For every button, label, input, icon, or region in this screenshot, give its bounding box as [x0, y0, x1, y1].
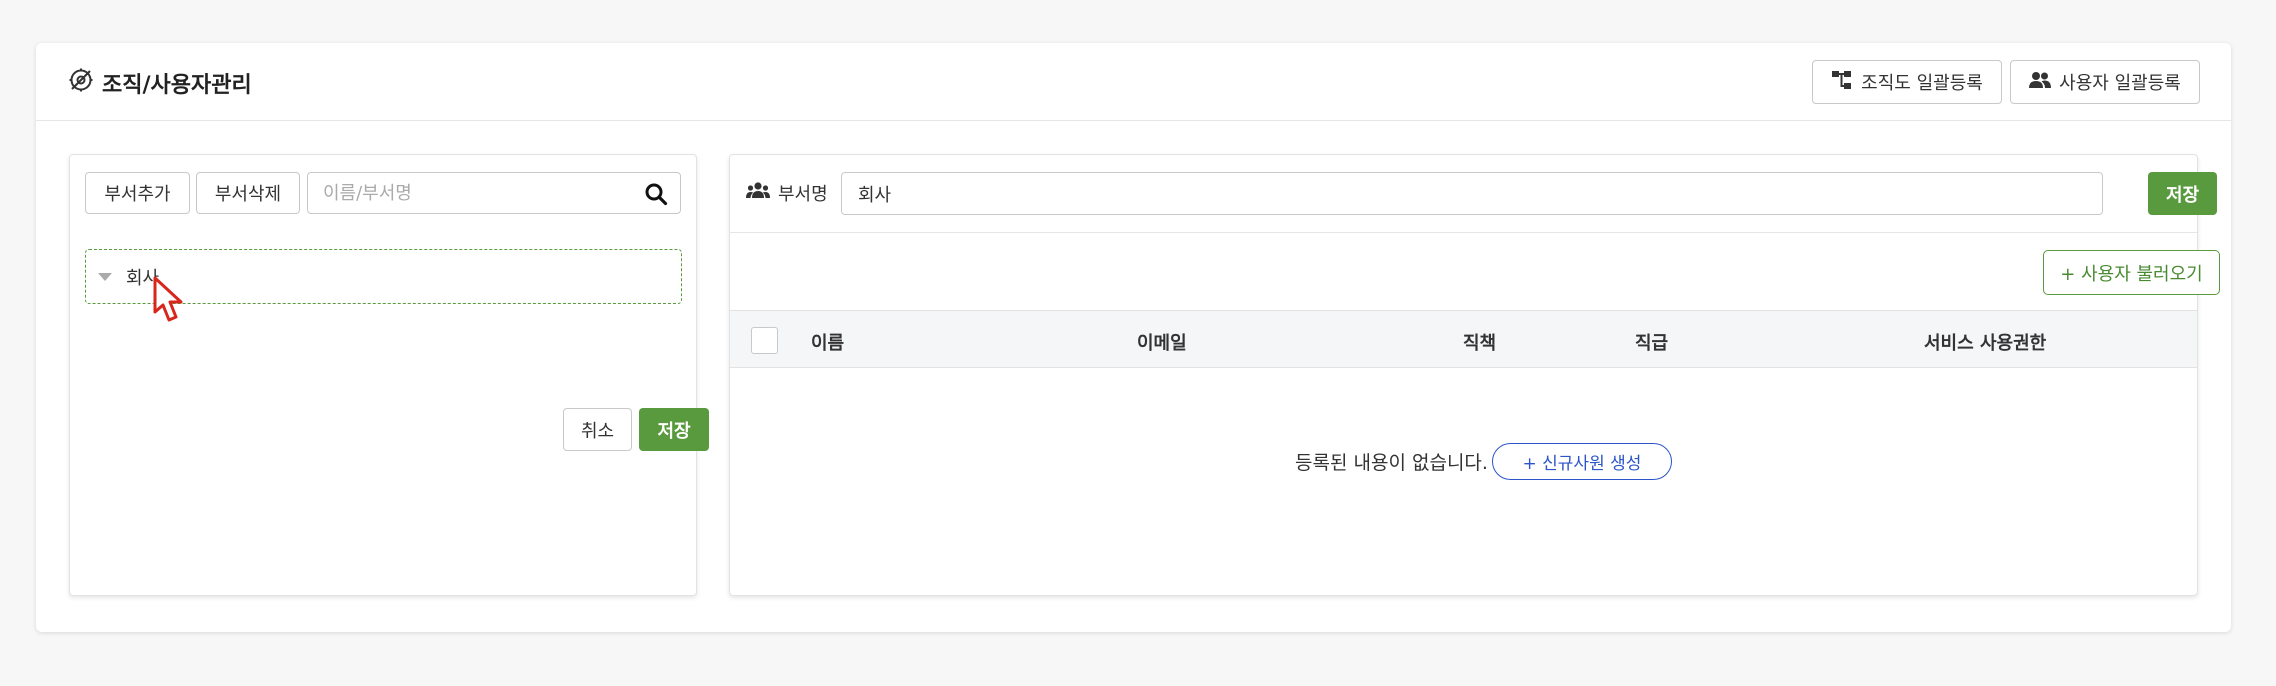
select-all-checkbox[interactable] [751, 327, 778, 354]
caret-down-icon[interactable] [98, 272, 112, 281]
load-users-button[interactable]: + 사용자 불러오기 [2043, 250, 2220, 295]
users-group-icon [746, 181, 770, 206]
column-header-service-permission: 서비스 사용권한 [1924, 333, 2047, 354]
search-input[interactable] [308, 173, 628, 213]
add-department-button[interactable]: 부서추가 [85, 172, 190, 214]
create-new-employee-button[interactable]: + 신규사원 생성 [1491, 442, 1672, 480]
user-table-header: 이름 이메일 직책 직급 서비스 사용권한 [730, 310, 2197, 368]
column-header-email: 이메일 [1137, 333, 1187, 354]
user-bulk-register-button[interactable]: 사용자 일괄등록 [2010, 60, 2200, 104]
search-icon[interactable] [644, 182, 668, 206]
cancel-button[interactable]: 취소 [563, 408, 632, 451]
page-title: 조직/사용자관리 [68, 67, 252, 99]
department-name-label: 부서명 [746, 173, 828, 213]
org-bulk-register-button[interactable]: 조직도 일괄등록 [1812, 60, 2002, 104]
page-title-text: 조직/사용자관리 [102, 73, 252, 98]
org-settings-icon [68, 67, 94, 99]
column-header-rank: 직급 [1635, 333, 1669, 354]
card-header: 조직/사용자관리 조직도 일괄등록 사용자 일괄등록 [36, 43, 2231, 121]
org-chart-icon [1831, 69, 1853, 96]
column-header-position: 직책 [1463, 333, 1497, 354]
org-tree-panel: 부서추가 부서삭제 회사 취소 저장 [69, 154, 709, 596]
mouse-pointer-icon [152, 276, 192, 328]
search-box [307, 172, 681, 214]
tree-save-button[interactable]: 저장 [639, 408, 709, 451]
department-name-row: 부서명 저장 [730, 155, 2217, 233]
user-bulk-register-label: 사용자 일괄등록 [2059, 73, 2181, 94]
department-name-label-text: 부서명 [778, 184, 828, 205]
empty-state-text: 등록된 내용이 없습니다. [1295, 451, 1488, 474]
delete-department-button[interactable]: 부서삭제 [196, 172, 300, 214]
department-name-input[interactable] [841, 172, 2103, 215]
column-header-name: 이름 [811, 333, 845, 354]
department-detail-panel: 부서명 저장 + 사용자 불러오기 이름 이메일 직책 직급 서비스 사용권한 … [729, 154, 2220, 596]
users-icon [2029, 69, 2052, 96]
empty-state: 등록된 내용이 없습니다. + 신규사원 생성 [730, 441, 2197, 481]
org-user-management-card: 조직/사용자관리 조직도 일괄등록 사용자 일괄등록 부서추가 부서삭제 이름/… [36, 43, 2231, 632]
department-save-button[interactable]: 저장 [2148, 172, 2217, 215]
org-bulk-register-label: 조직도 일괄등록 [1861, 73, 1983, 94]
